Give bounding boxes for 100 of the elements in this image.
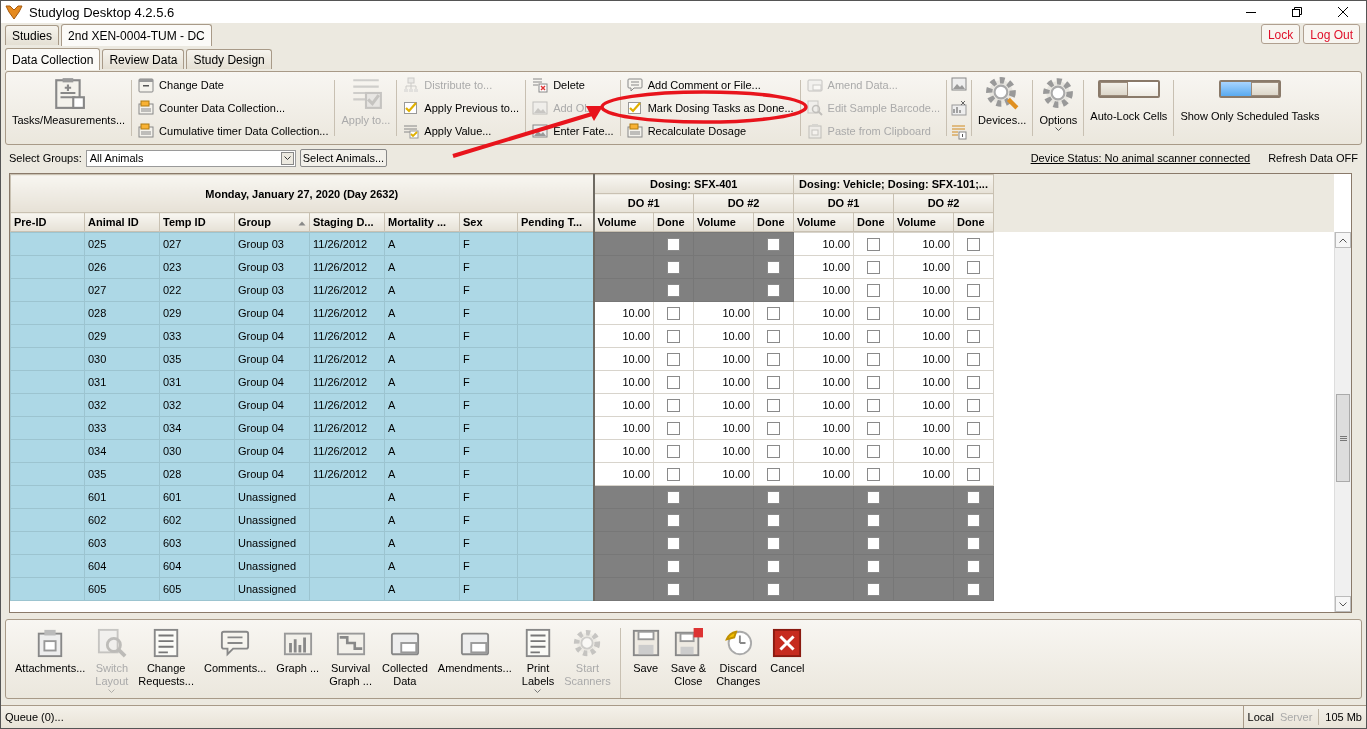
tab[interactable]: Review Data	[102, 49, 185, 69]
volume-cell[interactable]: 10.00	[593, 347, 654, 371]
checkbox[interactable]	[767, 536, 780, 550]
checkbox[interactable]	[967, 444, 980, 458]
checkbox[interactable]	[867, 283, 880, 297]
toolbar-button[interactable]: Change Requests...	[133, 628, 199, 698]
checkbox[interactable]	[767, 375, 780, 389]
tab[interactable]: Study Design	[186, 49, 272, 69]
scrollbar[interactable]	[1334, 232, 1351, 612]
checkbox[interactable]	[667, 559, 680, 573]
checkbox[interactable]	[667, 444, 680, 458]
checkbox[interactable]	[967, 237, 980, 251]
group-dropdown[interactable]: All Animals	[85, 149, 296, 167]
picture-icon[interactable]	[951, 76, 968, 92]
checkbox[interactable]	[867, 260, 880, 274]
toolbar-item[interactable]: Cumulative timer Data Collection...	[136, 122, 331, 140]
checkbox[interactable]	[667, 536, 680, 550]
volume-cell[interactable]: 10.00	[793, 232, 854, 256]
toolbar-button[interactable]: Discard Changes	[711, 628, 766, 698]
volume-cell[interactable]: 10.00	[593, 439, 654, 463]
checkbox[interactable]	[667, 375, 680, 389]
toolbar-button[interactable]: Save	[619, 628, 666, 698]
checkbox[interactable]	[667, 467, 680, 481]
toolbar-button[interactable]: Cancel	[765, 628, 810, 698]
checkbox[interactable]	[967, 306, 980, 320]
checkbox[interactable]	[867, 513, 880, 527]
select-animals-button[interactable]: Select Animals...	[299, 149, 388, 167]
checkbox[interactable]	[867, 375, 880, 389]
volume-cell[interactable]: 10.00	[593, 370, 654, 394]
tab[interactable]: Data Collection	[5, 48, 101, 70]
tab[interactable]: Studies	[5, 25, 60, 45]
checkbox[interactable]	[867, 306, 880, 320]
checkbox[interactable]	[967, 283, 980, 297]
checkbox[interactable]	[667, 398, 680, 412]
checkbox[interactable]	[967, 375, 980, 389]
checkbox[interactable]	[867, 490, 880, 504]
checkbox[interactable]	[767, 490, 780, 504]
toolbar-button[interactable]: Attachments...	[10, 628, 91, 698]
toolbar-button[interactable]: Tasks/Measurements...	[10, 76, 128, 136]
toolbar-item[interactable]: Apply Previous to...	[401, 99, 522, 117]
checkbox[interactable]	[667, 490, 680, 504]
checkbox[interactable]	[667, 260, 680, 274]
checkbox[interactable]	[867, 559, 880, 573]
restore-icon[interactable]	[1291, 6, 1303, 18]
checkbox[interactable]	[767, 444, 780, 458]
checkbox[interactable]	[667, 306, 680, 320]
checkbox[interactable]	[767, 306, 780, 320]
lock-button[interactable]: Lock	[1260, 24, 1301, 44]
toolbar-button[interactable]: Comments...	[199, 628, 272, 698]
checkbox[interactable]	[767, 237, 780, 251]
checkbox[interactable]	[767, 352, 780, 366]
checkbox[interactable]	[767, 513, 780, 527]
tab[interactable]: 2nd XEN-0004-TUM - DC	[61, 24, 212, 46]
checkbox[interactable]	[967, 352, 980, 366]
checkbox[interactable]	[867, 237, 880, 251]
checkbox[interactable]	[867, 582, 880, 596]
toolbar-button[interactable]: Survival Graph ...	[324, 628, 377, 698]
checkbox[interactable]	[767, 467, 780, 481]
toolbar-item[interactable]: Add Comment or File...	[624, 76, 796, 94]
scroll-thumb[interactable]	[1336, 394, 1350, 482]
spreadsheet-icon[interactable]	[951, 100, 968, 116]
toggle-switch[interactable]	[1097, 80, 1160, 98]
checkbox[interactable]	[967, 513, 980, 527]
checkbox[interactable]	[967, 582, 980, 596]
toolbar-item[interactable]: Mark Dosing Tasks as Done...	[624, 99, 796, 117]
checkbox[interactable]	[667, 283, 680, 297]
checkbox[interactable]	[667, 237, 680, 251]
checkbox[interactable]	[967, 398, 980, 412]
checkbox[interactable]	[767, 582, 780, 596]
toolbar-button[interactable]: Amendments...	[432, 628, 517, 698]
checkbox[interactable]	[967, 559, 980, 573]
toolbar-button[interactable]: Devices...	[976, 76, 1029, 136]
checkbox[interactable]	[867, 467, 880, 481]
checkbox[interactable]	[867, 398, 880, 412]
checkbox[interactable]	[967, 536, 980, 550]
checkbox[interactable]	[867, 444, 880, 458]
volume-cell[interactable]: 10.00	[593, 416, 654, 440]
volume-cell[interactable]: 10.00	[893, 232, 954, 256]
toolbar-item[interactable]: Recalculate Dosage	[624, 122, 796, 140]
toggle-switch[interactable]	[1219, 80, 1281, 98]
checkbox[interactable]	[867, 352, 880, 366]
checkbox[interactable]	[867, 536, 880, 550]
toolbar-button[interactable]: Graph ...	[271, 628, 325, 698]
checkbox[interactable]	[667, 329, 680, 343]
checkbox[interactable]	[667, 582, 680, 596]
close-icon[interactable]	[1337, 6, 1349, 18]
toolbar-button[interactable]: Print Labels	[516, 628, 560, 698]
checkbox[interactable]	[967, 260, 980, 274]
toolbar-item[interactable]: Change Date	[136, 76, 331, 94]
checkbox[interactable]	[667, 352, 680, 366]
checkbox[interactable]	[767, 329, 780, 343]
checkbox[interactable]	[767, 421, 780, 435]
volume-cell[interactable]: 10.00	[593, 324, 654, 348]
checkbox[interactable]	[967, 421, 980, 435]
toolbar-item[interactable]: Delete	[530, 76, 616, 94]
checkbox[interactable]	[767, 559, 780, 573]
checkbox[interactable]	[867, 329, 880, 343]
checkbox[interactable]	[667, 421, 680, 435]
checkbox[interactable]	[767, 283, 780, 297]
checkbox[interactable]	[767, 260, 780, 274]
